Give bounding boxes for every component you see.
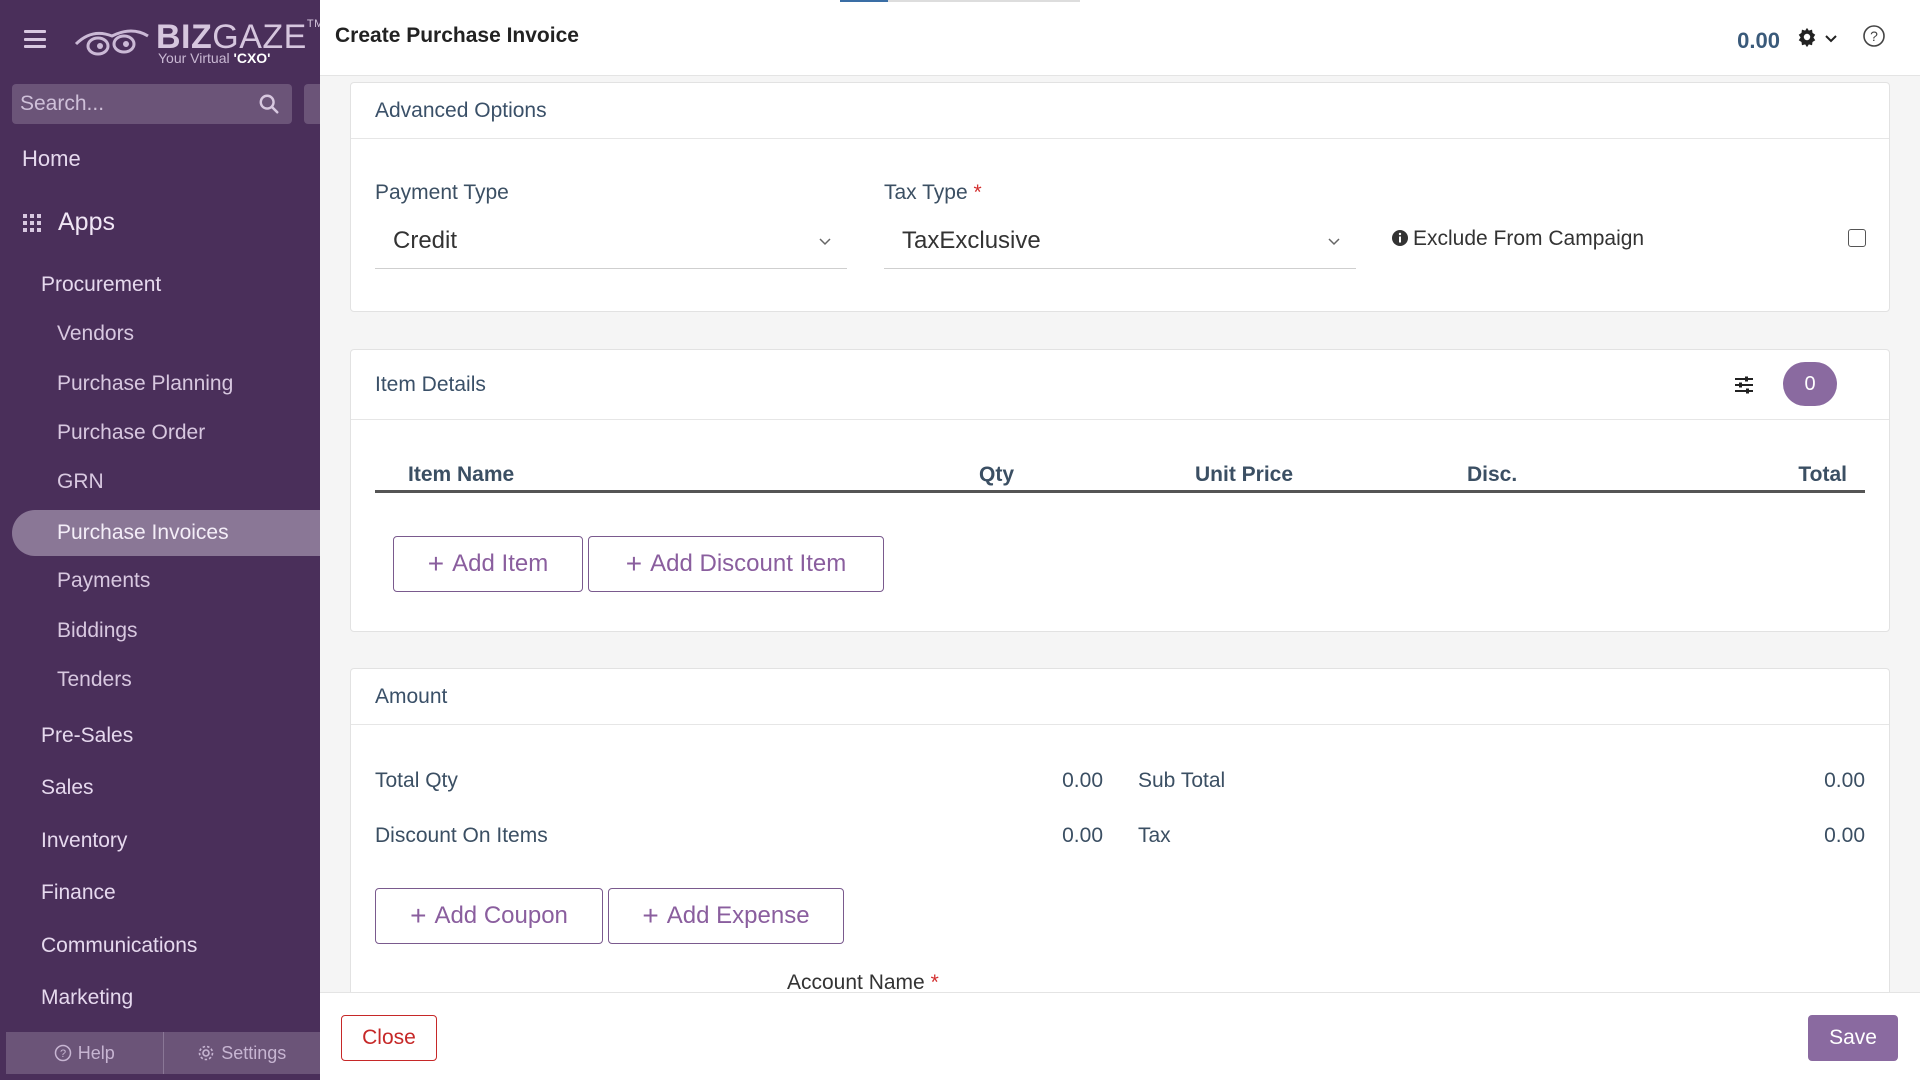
top-bar: Create Purchase Invoice 0.00 ? <box>320 0 1920 76</box>
settings-link-label: Settings <box>221 1042 287 1063</box>
info-icon <box>1392 230 1408 246</box>
sliders-icon[interactable] <box>1733 374 1755 396</box>
nav-marketing[interactable]: Marketing <box>0 986 320 1010</box>
apps-grid-icon <box>23 213 41 232</box>
item-details-card: Item Details 0 Item Name Qty Unit Price … <box>350 349 1890 632</box>
col-qty: Qty <box>979 463 1015 486</box>
exclude-campaign-checkbox[interactable] <box>1848 229 1866 247</box>
sidebar-search-input[interactable] <box>20 84 250 124</box>
item-count-badge: 0 <box>1783 362 1837 406</box>
close-button[interactable]: Close <box>341 1015 437 1061</box>
nav-purchase-invoices[interactable]: Purchase Invoices <box>12 510 320 556</box>
nav-purchase-planning[interactable]: Purchase Planning <box>0 372 320 396</box>
main-content: Create Purchase Invoice 0.00 ? Advanced … <box>320 0 1920 1080</box>
header-amount: 0.00 <box>1737 28 1780 53</box>
settings-link[interactable]: Settings <box>164 1032 321 1074</box>
amount-card: Amount Total Qty 0.00 Sub Total 0.00 Dis… <box>350 668 1890 998</box>
gear-icon <box>1798 27 1816 48</box>
help-circle-icon: ? <box>54 1044 71 1062</box>
svg-text:?: ? <box>60 1048 66 1060</box>
nav-inventory[interactable]: Inventory <box>0 829 320 853</box>
nav-communications[interactable]: Communications <box>0 934 320 958</box>
bizgaze-logo[interactable]: BIZGAZETM Your Virtual 'CXO' <box>72 18 323 68</box>
item-details-title: Item Details <box>375 373 486 396</box>
plus-icon: + <box>625 548 643 579</box>
plus-icon: + <box>427 548 445 579</box>
sub-total-value: 0.00 <box>1824 769 1865 792</box>
sidebar-search <box>12 84 292 124</box>
add-coupon-button[interactable]: + Add Coupon <box>375 888 603 944</box>
help-circle-icon[interactable]: ? <box>1862 24 1886 48</box>
save-button[interactable]: Save <box>1808 1015 1898 1061</box>
plus-icon: + <box>410 900 427 931</box>
nav-home[interactable]: Home <box>0 146 320 172</box>
nav-biddings[interactable]: Biddings <box>0 619 320 643</box>
add-expense-button[interactable]: + Add Expense <box>608 888 844 944</box>
owl-logo-icon <box>74 29 149 56</box>
chevron-down-icon <box>819 238 831 246</box>
logo-tagline: Your Virtual 'CXO' <box>158 50 271 66</box>
sidebar-header: BIZGAZETM Your Virtual 'CXO' <box>0 0 323 80</box>
item-details-header: Item Details 0 <box>351 350 1889 420</box>
required-marker: * <box>973 181 982 204</box>
item-table-header: Item Name Qty Unit Price Disc. Total <box>375 463 1865 493</box>
page-title: Create Purchase Invoice <box>335 24 579 47</box>
nav-purchase-order[interactable]: Purchase Order <box>0 421 320 445</box>
add-discount-item-button[interactable]: + Add Discount Item <box>588 536 884 592</box>
tax-label: Tax <box>1138 824 1171 847</box>
tax-type-value: TaxExclusive <box>902 227 1041 254</box>
nav-apps[interactable]: Apps <box>0 208 320 237</box>
svg-text:?: ? <box>1870 28 1878 44</box>
total-qty-value: 0.00 <box>1062 769 1103 792</box>
sub-total-label: Sub Total <box>1138 769 1226 792</box>
nav-pre-sales[interactable]: Pre-Sales <box>0 724 320 748</box>
nav-sales[interactable]: Sales <box>0 776 320 800</box>
chevron-down-icon <box>1328 238 1340 246</box>
action-bar: Close Save <box>320 992 1920 1080</box>
nav-finance[interactable]: Finance <box>0 881 320 905</box>
tax-type-label: Tax Type * <box>884 181 982 204</box>
discount-on-items-label: Discount On Items <box>375 824 548 847</box>
col-unit-price: Unit Price <box>1195 463 1294 486</box>
amount-title: Amount <box>351 669 1889 725</box>
col-item-name: Item Name <box>408 463 515 486</box>
tax-value: 0.00 <box>1824 824 1865 847</box>
help-link[interactable]: ? Help <box>6 1032 164 1074</box>
gear-icon <box>198 1045 214 1061</box>
nav-vendors[interactable]: Vendors <box>0 322 320 346</box>
col-total: Total <box>1798 463 1847 486</box>
nav-procurement[interactable]: Procurement <box>0 273 320 297</box>
plus-icon: + <box>642 900 659 931</box>
nav-grn[interactable]: GRN <box>0 470 320 494</box>
payment-type-label: Payment Type <box>375 181 509 204</box>
col-disc: Disc. <box>1467 463 1518 486</box>
advanced-options-title: Advanced Options <box>351 83 1889 139</box>
tax-type-select[interactable]: TaxExclusive <box>884 213 1356 269</box>
help-link-label: Help <box>77 1042 115 1063</box>
advanced-options-card: Advanced Options Payment Type Credit Tax… <box>350 82 1890 312</box>
nav-apps-label: Apps <box>58 208 115 236</box>
payment-type-select[interactable]: Credit <box>375 213 847 269</box>
search-icon[interactable] <box>258 93 280 115</box>
nav-payments[interactable]: Payments <box>0 569 320 593</box>
tab-indicator <box>840 0 1080 2</box>
add-item-button[interactable]: + Add Item <box>393 536 583 592</box>
required-marker: * <box>930 971 939 994</box>
exclude-campaign-label: Exclude From Campaign <box>1391 227 1644 251</box>
sidebar-footer: ? Help Settings <box>6 1032 320 1074</box>
search-side-stub <box>304 84 320 124</box>
total-qty-label: Total Qty <box>375 769 458 792</box>
discount-on-items-value: 0.00 <box>1062 824 1103 847</box>
chevron-down-icon <box>1825 35 1837 43</box>
gear-dropdown-button[interactable] <box>1796 26 1840 50</box>
hamburger-menu-icon[interactable] <box>24 30 46 48</box>
payment-type-value: Credit <box>393 227 458 254</box>
sidebar: BIZGAZETM Your Virtual 'CXO' Home Apps P… <box>0 0 323 1080</box>
nav-tenders[interactable]: Tenders <box>0 668 320 692</box>
